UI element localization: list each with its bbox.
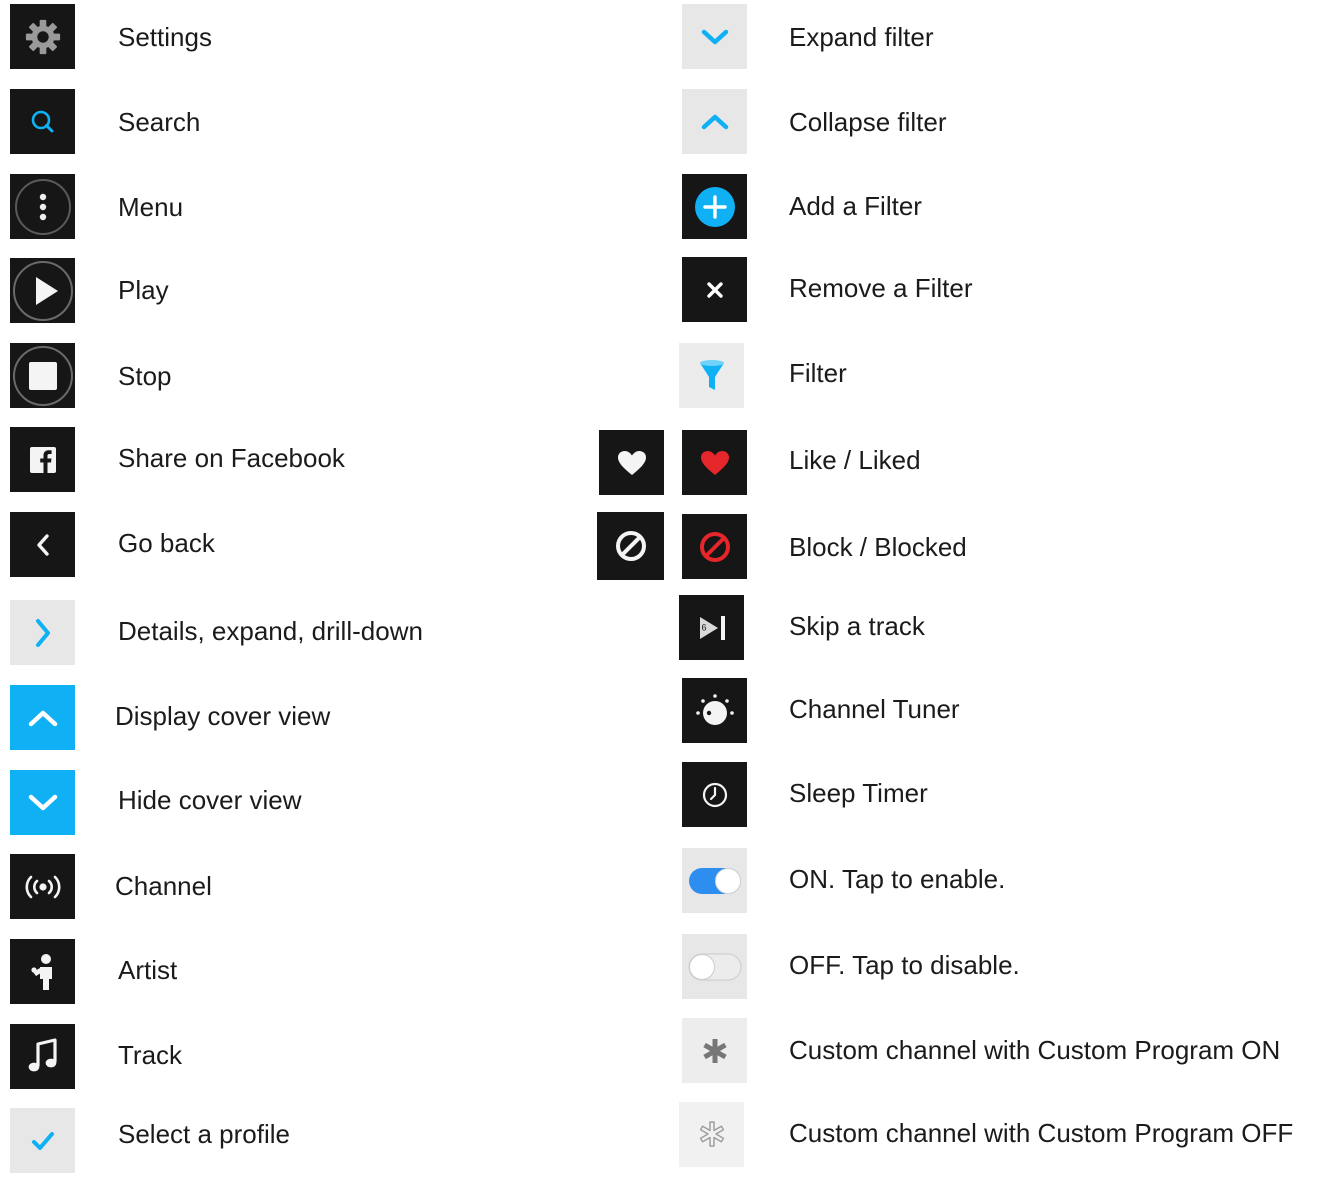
chevron-left-icon[interactable] [10, 512, 75, 577]
toggle-on-label: ON. Tap to enable. [789, 864, 1006, 894]
sleep-timer-label: Sleep Timer [789, 778, 928, 808]
toggle-off-label: OFF. Tap to disable. [789, 950, 1020, 980]
remove-filter-label: Remove a Filter [789, 273, 973, 303]
play-icon[interactable] [10, 258, 75, 323]
chevron-down-icon[interactable] [10, 770, 75, 835]
chevron-down-icon[interactable] [682, 4, 747, 69]
legend-row-facebook: Share on Facebook [0, 425, 660, 510]
radio-waves-icon[interactable] [10, 854, 75, 919]
channel-tuner-label: Channel Tuner [789, 694, 960, 724]
tuner-knob-icon[interactable] [682, 678, 747, 743]
legend-row-stop: Stop [0, 340, 660, 425]
skip-icon[interactable]: 6 [679, 595, 744, 660]
legend-row-channel-tuner: Channel Tuner [660, 678, 1319, 765]
legend-row-add-filter: Add a Filter [660, 170, 1319, 255]
heart-icon[interactable] [599, 430, 664, 495]
clock-icon[interactable] [682, 762, 747, 827]
search-icon[interactable] [10, 89, 75, 154]
select-profile-label: Select a profile [118, 1119, 290, 1149]
toggle-on-icon[interactable] [682, 848, 747, 913]
details-label: Details, expand, drill-down [118, 616, 423, 646]
right-legend-column: Expand filter Collapse filter Add a Filt… [597, 0, 1319, 1167]
menu-dots-icon[interactable] [10, 174, 75, 239]
collapse-filter-label: Collapse filter [789, 107, 947, 137]
plus-circle-icon[interactable] [682, 174, 747, 239]
legend-row-expand-filter: Expand filter [660, 0, 1319, 85]
funnel-icon[interactable] [679, 343, 744, 408]
chevron-right-icon[interactable] [10, 600, 75, 665]
legend-row-go-back: Go back [0, 510, 660, 595]
legend-row-sleep-timer: Sleep Timer [660, 762, 1319, 850]
legend-row-menu: Menu [0, 170, 660, 255]
legend-row-filter: Filter [660, 340, 1319, 425]
channel-label: Channel [115, 871, 212, 901]
legend-row-block: Block / Blocked [597, 510, 1319, 595]
toggle-off-icon[interactable] [682, 934, 747, 999]
legend-row-remove-filter: Remove a Filter [660, 255, 1319, 340]
display-cover-label: Display cover view [115, 701, 331, 731]
legend-row-track: Track [0, 1020, 660, 1105]
like-label: Like / Liked [789, 445, 921, 475]
artist-icon[interactable] [10, 939, 75, 1004]
expand-filter-label: Expand filter [789, 22, 934, 52]
artist-label: Artist [118, 955, 178, 985]
svg-text:6: 6 [701, 622, 706, 632]
check-icon[interactable] [10, 1108, 75, 1173]
music-note-icon[interactable] [10, 1024, 75, 1089]
gear-icon[interactable] [10, 4, 75, 69]
legend-row-details: Details, expand, drill-down [0, 595, 660, 680]
legend-row-channel: Channel [0, 850, 660, 935]
legend-row-play: Play [0, 255, 660, 340]
asterisk-outline-icon[interactable] [679, 1102, 744, 1167]
skip-label: Skip a track [789, 611, 925, 641]
block-active-icon[interactable] [682, 514, 747, 579]
add-filter-label: Add a Filter [789, 191, 922, 221]
legend-row-toggle-off: OFF. Tap to disable. [660, 934, 1319, 1020]
legend-row-skip: 6 Skip a track [660, 595, 1319, 680]
stop-icon[interactable] [10, 343, 75, 408]
legend-row-display-cover: Display cover view [0, 680, 660, 765]
legend-row-hide-cover: Hide cover view [0, 765, 660, 850]
legend-row-artist: Artist [0, 935, 660, 1020]
search-label: Search [118, 107, 201, 137]
share-facebook-label: Share on Facebook [118, 443, 345, 473]
hide-cover-label: Hide cover view [118, 785, 302, 815]
legend-row-search: Search [0, 85, 660, 170]
legend-row-like: Like / Liked [599, 425, 1319, 510]
track-label: Track [118, 1040, 183, 1070]
custom-on-label: Custom channel with Custom Program ON [789, 1035, 1281, 1065]
chevron-up-icon[interactable] [682, 89, 747, 154]
legend-row-custom-off: Custom channel with Custom Program OFF [660, 1102, 1319, 1190]
asterisk-icon[interactable] [682, 1018, 747, 1083]
left-legend-column: Settings Search Menu Play Stop Share on … [0, 0, 660, 1173]
facebook-icon[interactable] [10, 427, 75, 492]
close-icon[interactable] [682, 257, 747, 322]
filter-label: Filter [789, 358, 847, 388]
heart-filled-icon[interactable] [682, 430, 747, 495]
block-icon[interactable] [597, 512, 664, 580]
play-label: Play [118, 275, 169, 305]
legend-row-settings: Settings [0, 0, 660, 85]
settings-label: Settings [118, 22, 212, 52]
legend-row-collapse-filter: Collapse filter [660, 85, 1319, 170]
stop-label: Stop [118, 361, 172, 391]
legend-row-select-profile: Select a profile [0, 1105, 660, 1190]
go-back-label: Go back [118, 528, 215, 558]
menu-label: Menu [118, 192, 184, 222]
chevron-up-icon[interactable] [10, 685, 75, 750]
legend-row-custom-on: Custom channel with Custom Program ON [660, 1018, 1319, 1105]
block-label: Block / Blocked [789, 532, 967, 562]
legend-row-toggle-on: ON. Tap to enable. [660, 848, 1319, 935]
custom-off-label: Custom channel with Custom Program OFF [789, 1118, 1294, 1148]
